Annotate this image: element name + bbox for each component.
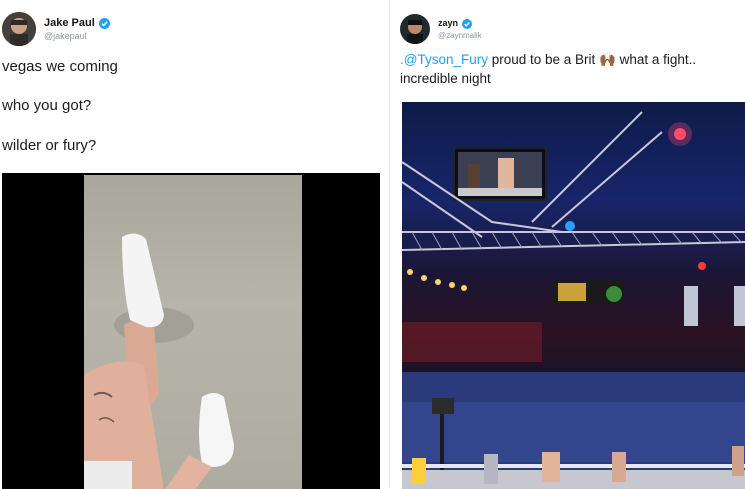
avatar[interactable] (400, 14, 430, 44)
tweet-photo-arena[interactable] (402, 102, 745, 489)
tweet-header: Jake Paul @jakepaul (2, 12, 110, 46)
tweet-text-line-2: incredible night (400, 71, 491, 86)
video-frame (84, 175, 302, 489)
display-name[interactable]: zayn (438, 18, 482, 29)
handle[interactable]: @jakepaul (44, 31, 110, 41)
display-name[interactable]: Jake Paul (44, 17, 110, 29)
tweet-text-line-2: who you got? (2, 97, 92, 114)
feet-illustration (84, 233, 234, 489)
avatar[interactable] (2, 12, 36, 46)
tweet-video-feet[interactable] (2, 173, 380, 489)
tweet-text-line-3: wilder or fury? (2, 137, 97, 154)
divider (389, 0, 390, 489)
verified-badge-icon (462, 18, 473, 29)
display-name-text[interactable]: zayn (438, 19, 458, 28)
tweet-text: proud to be a Brit 🙌🏾 what a fight.. (487, 52, 697, 67)
tweet-text-line-1: vegas we coming (2, 58, 118, 75)
name-block: Jake Paul @jakepaul (44, 17, 110, 41)
arena-illustration (402, 111, 745, 489)
tweet-card-jake-paul[interactable]: Jake Paul @jakepaul vegas we coming who … (0, 0, 388, 489)
name-block: zayn @zaynmalik (438, 18, 482, 40)
display-name-text[interactable]: Jake Paul (44, 17, 95, 29)
tweet-text-line-1: .@Tyson_Fury proud to be a Brit 🙌🏾 what … (400, 52, 696, 68)
tweet-header: zayn @zaynmalik (400, 14, 482, 44)
tweet-card-zayn[interactable]: zayn @zaynmalik .@Tyson_Fury proud to be… (391, 0, 745, 489)
verified-badge-icon (98, 17, 110, 29)
mention-link[interactable]: .@Tyson_Fury (400, 52, 488, 67)
handle[interactable]: @zaynmalik (438, 31, 482, 40)
